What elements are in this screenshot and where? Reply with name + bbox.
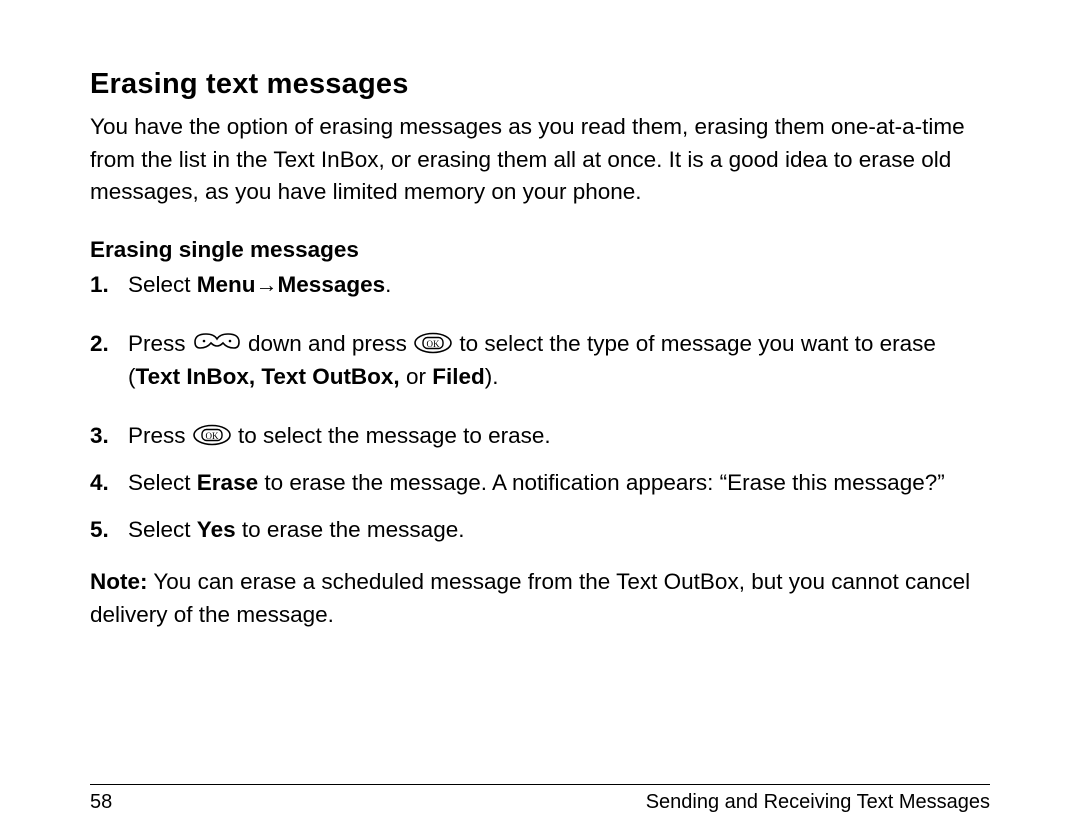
text: to erase the message. bbox=[236, 517, 465, 542]
svg-text:OK: OK bbox=[205, 431, 218, 441]
step-number: 5. bbox=[90, 514, 128, 547]
text: or bbox=[400, 364, 433, 389]
bold-yes: Yes bbox=[197, 517, 236, 542]
bold-filed: Filed bbox=[432, 364, 485, 389]
text: . bbox=[385, 272, 391, 297]
subsection-heading: Erasing single messages bbox=[90, 237, 990, 263]
arrow-right-icon: → bbox=[256, 269, 278, 301]
steps-list: 1. Select Menu → Messages. 2. Press down… bbox=[90, 269, 990, 560]
svg-text:OK: OK bbox=[427, 339, 440, 349]
bold-menu: Menu bbox=[197, 272, 256, 297]
step-body: Select Erase to erase the message. A not… bbox=[128, 467, 990, 500]
text: to erase the message. A notification app… bbox=[258, 470, 945, 495]
step-number: 3. bbox=[90, 420, 128, 453]
ok-button-icon: OK bbox=[413, 326, 453, 359]
section-heading: Erasing text messages bbox=[90, 68, 990, 101]
step-body: Press OK to select the message to erase. bbox=[128, 420, 990, 453]
spacer bbox=[90, 631, 990, 770]
text: down and press bbox=[242, 331, 413, 356]
step-3: 3. Press OK to select the message to era… bbox=[90, 420, 990, 453]
step-number: 2. bbox=[90, 328, 128, 361]
text: Select bbox=[128, 470, 197, 495]
document-page: Erasing text messages You have the optio… bbox=[0, 0, 1080, 834]
note-paragraph: Note: You can erase a scheduled message … bbox=[90, 566, 990, 631]
step-body: Select Yes to erase the message. bbox=[128, 514, 990, 547]
text: Select bbox=[128, 272, 197, 297]
step-5: 5. Select Yes to erase the message. bbox=[90, 514, 990, 547]
step-body: Select Menu → Messages. bbox=[128, 269, 990, 302]
ok-button-icon: OK bbox=[192, 418, 232, 451]
note-label: Note: bbox=[90, 569, 148, 594]
note-text: You can erase a scheduled message from t… bbox=[90, 569, 970, 627]
step-number: 4. bbox=[90, 467, 128, 500]
bold-messages: Messages bbox=[278, 272, 386, 297]
text: Press bbox=[128, 423, 192, 448]
bold-options: Text InBox, Text OutBox, bbox=[136, 364, 400, 389]
text: ). bbox=[485, 364, 499, 389]
page-number: 58 bbox=[90, 791, 112, 814]
step-1: 1. Select Menu → Messages. bbox=[90, 269, 990, 302]
page-footer: 58 Sending and Receiving Text Messages bbox=[90, 791, 990, 814]
step-4: 4. Select Erase to erase the message. A … bbox=[90, 467, 990, 500]
step-number: 1. bbox=[90, 269, 128, 302]
step-2: 2. Press down and press OK to select the… bbox=[90, 328, 990, 394]
bold-erase: Erase bbox=[197, 470, 258, 495]
intro-paragraph: You have the option of erasing messages … bbox=[90, 111, 990, 209]
step-body: Press down and press OK to select the ty… bbox=[128, 328, 990, 394]
text: Select bbox=[128, 517, 197, 542]
nav-pad-icon bbox=[192, 326, 242, 359]
text: Press bbox=[128, 331, 192, 356]
footer-divider bbox=[90, 784, 990, 785]
text: to select the message to erase. bbox=[232, 423, 551, 448]
chapter-title: Sending and Receiving Text Messages bbox=[646, 791, 990, 814]
